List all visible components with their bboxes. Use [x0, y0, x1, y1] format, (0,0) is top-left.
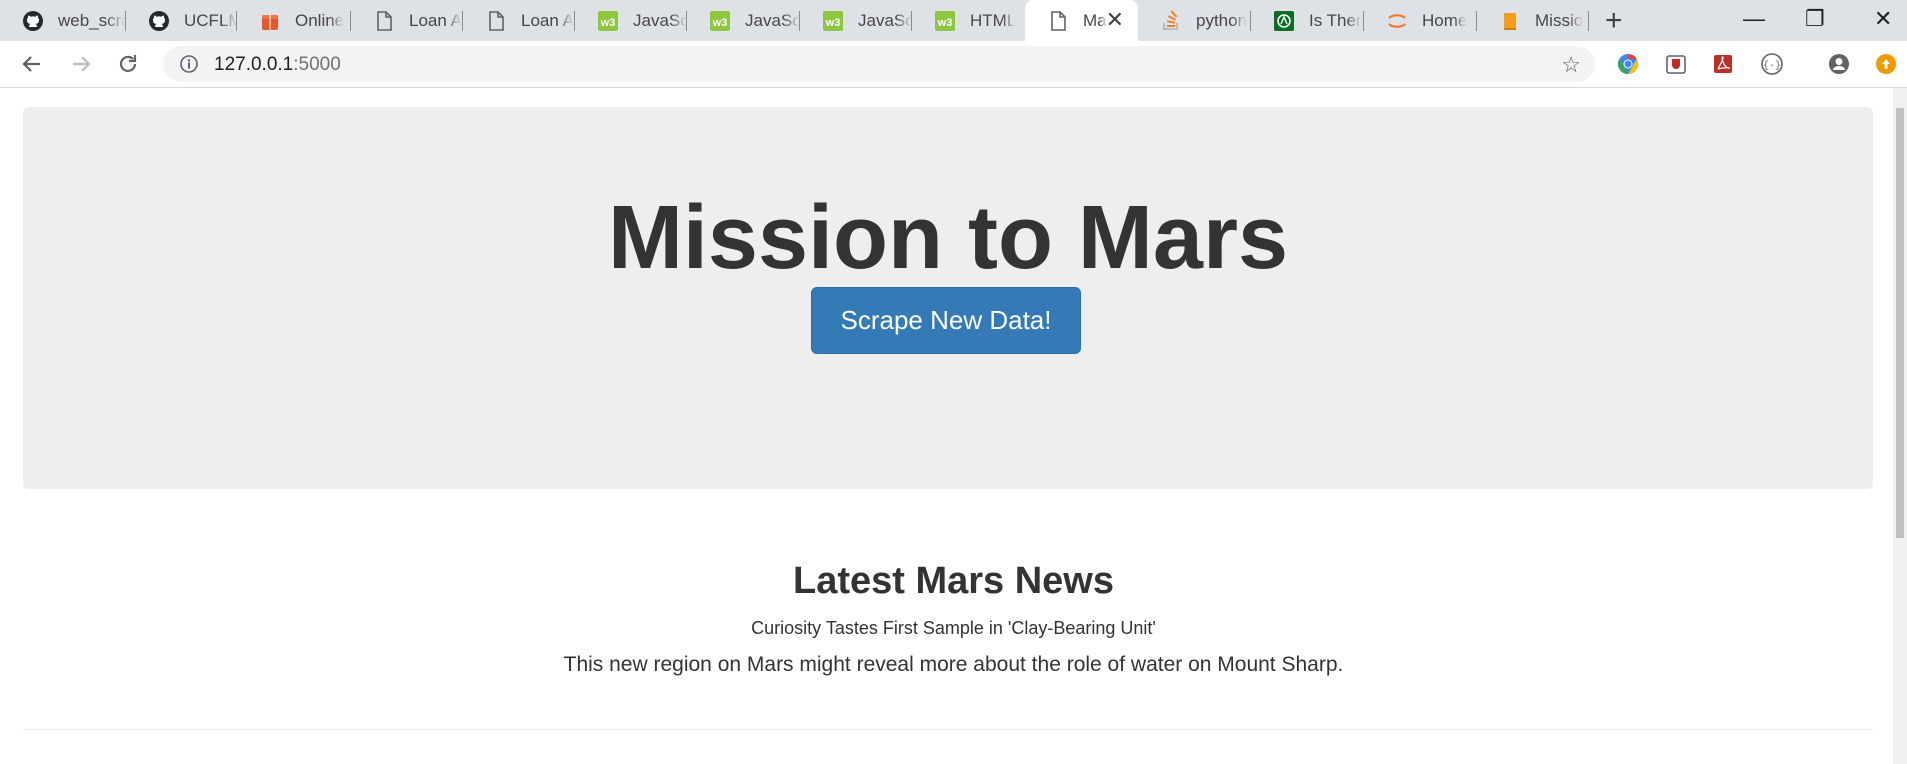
tab-separator	[1588, 11, 1589, 31]
page-viewport: Mission to Mars Scrape New Data! Latest …	[0, 88, 1907, 764]
stackoverflow-icon	[1160, 9, 1182, 32]
close-window-icon[interactable]: ✕	[1874, 6, 1892, 32]
tab-label: JavaSc	[633, 10, 687, 30]
tab-loan-a-2[interactable]: Loan A	[463, 0, 575, 41]
tab-label: HTML	[970, 10, 1017, 30]
forward-icon[interactable]	[68, 51, 94, 77]
svg-text:w3: w3	[825, 17, 841, 29]
tab-label: Loan A	[409, 10, 462, 30]
scrollbar-thumb[interactable]	[1896, 108, 1904, 538]
tab-ucflm[interactable]: UCFLM	[126, 0, 237, 41]
tab-home[interactable]: Home	[1364, 0, 1477, 41]
book-icon	[1499, 10, 1521, 32]
tab-label: UCFLM	[184, 10, 237, 30]
tab-python[interactable]: python	[1138, 0, 1251, 41]
w3schools-icon: w3	[934, 10, 956, 32]
tab-javascript-3[interactable]: w3 JavaSc	[800, 0, 912, 41]
profile-avatar-icon[interactable]	[1828, 53, 1850, 75]
json-extension-icon[interactable]: {·}	[1761, 53, 1783, 75]
svg-text:w3: w3	[600, 17, 616, 29]
page-scrollbar[interactable]	[1893, 88, 1907, 764]
update-available-icon[interactable]	[1875, 53, 1897, 75]
codeforum-icon	[1273, 10, 1295, 32]
tab-web-scraping[interactable]: web_scraping	[0, 0, 126, 41]
tab-online[interactable]: Online	[237, 0, 351, 41]
url-text: 127.0.0.1:5000	[214, 54, 341, 76]
reload-icon[interactable]	[115, 51, 141, 77]
chrome-extension-icon[interactable]	[1617, 53, 1639, 75]
close-tab-icon[interactable]: ✕	[1106, 9, 1124, 31]
section-divider	[23, 729, 1873, 730]
w3schools-icon: w3	[597, 10, 619, 32]
gift-icon	[259, 10, 281, 32]
github-icon	[22, 10, 44, 32]
url-port: :5000	[293, 54, 341, 75]
minimize-icon[interactable]: —	[1743, 6, 1765, 32]
tab-label: Home	[1422, 10, 1468, 30]
tab-html[interactable]: w3 HTML	[912, 0, 1025, 41]
jupyter-icon	[1386, 10, 1408, 32]
tab-label: Loan A	[521, 10, 574, 30]
w3schools-icon: w3	[709, 10, 731, 32]
tab-loan-a-1[interactable]: Loan A	[351, 0, 463, 41]
svg-text:w3: w3	[937, 17, 953, 29]
jumbotron: Mission to Mars Scrape New Data!	[23, 107, 1873, 489]
url-host: 127.0.0.1	[214, 54, 294, 75]
document-icon	[485, 10, 507, 32]
tab-label: Missio	[1535, 10, 1584, 30]
bookmark-star-icon[interactable]: ☆	[1561, 52, 1581, 78]
tab-label: Ma	[1083, 10, 1107, 30]
tab-mission[interactable]: Missio	[1477, 0, 1589, 41]
address-bar[interactable]: 127.0.0.1:5000 ☆	[163, 46, 1595, 82]
tab-strip: web_scraping UCFLM Online Loan A Loan A …	[0, 0, 1907, 41]
svg-text:{·}: {·}	[1763, 60, 1781, 72]
restore-icon[interactable]: ❐	[1805, 6, 1825, 32]
tab-is-there[interactable]: Is Ther	[1251, 0, 1364, 41]
back-icon[interactable]	[19, 51, 45, 77]
svg-text:w3: w3	[712, 17, 728, 29]
document-icon	[1047, 10, 1069, 32]
tab-label: python	[1196, 10, 1248, 30]
page-title: Mission to Mars	[607, 188, 1289, 288]
w3schools-icon: w3	[822, 10, 844, 32]
tab-label: Online	[295, 10, 345, 30]
tab-mars-active[interactable]: Ma ✕	[1025, 0, 1138, 41]
tab-label: JavaSc	[858, 10, 912, 30]
tab-label: Is Ther	[1309, 10, 1362, 30]
news-heading: Latest Mars News	[792, 560, 1114, 602]
shield-extension-icon[interactable]	[1665, 53, 1687, 75]
scrape-new-data-button[interactable]: Scrape New Data!	[811, 287, 1081, 354]
github-icon	[148, 10, 170, 32]
tab-label: JavaSc	[745, 10, 800, 30]
tab-label: web_scraping	[58, 10, 126, 30]
news-headline: Curiosity Tastes First Sample in 'Clay-B…	[751, 618, 1156, 638]
document-icon	[373, 10, 395, 32]
tab-javascript-2[interactable]: w3 JavaSc	[687, 0, 800, 41]
browser-toolbar: 127.0.0.1:5000 ☆ {·}	[0, 41, 1907, 88]
tab-javascript-1[interactable]: w3 JavaSc	[575, 0, 687, 41]
pdf-extension-icon[interactable]	[1712, 53, 1734, 75]
news-teaser: This new region on Mars might reveal mor…	[563, 653, 1344, 676]
new-tab-button[interactable]: +	[1605, 6, 1623, 36]
site-info-icon[interactable]	[179, 54, 199, 74]
